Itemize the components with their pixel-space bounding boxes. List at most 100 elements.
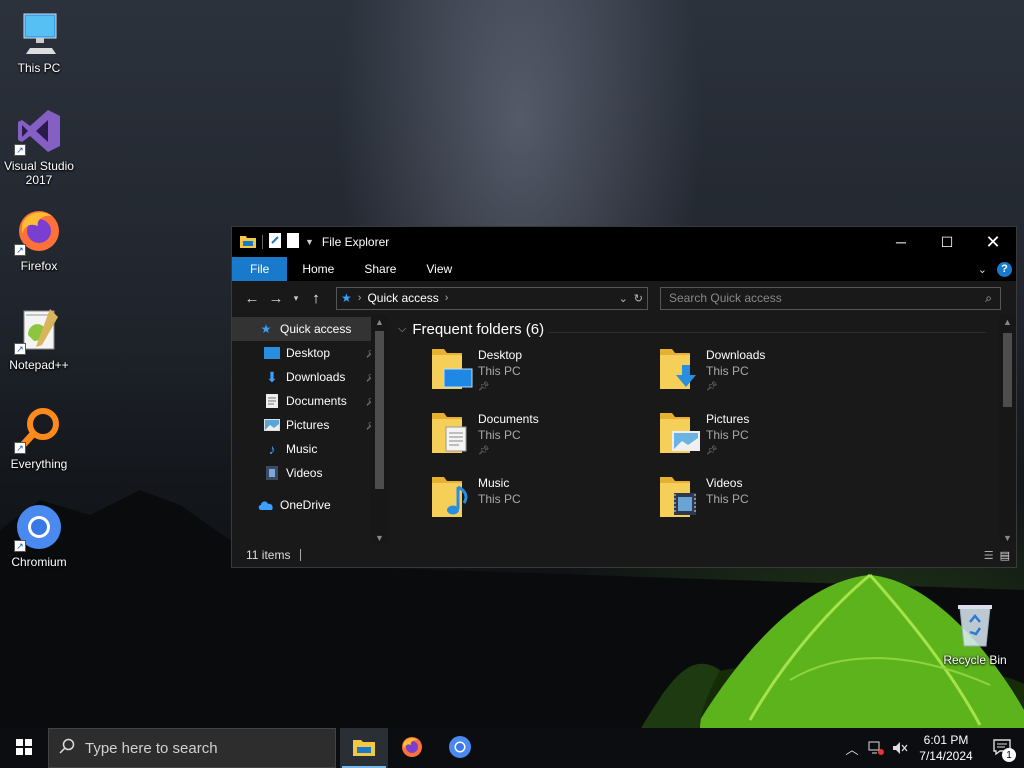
tab-view[interactable]: View	[411, 257, 467, 281]
breadcrumb-quick-access[interactable]: Quick access	[367, 291, 438, 305]
scrollbar-thumb[interactable]	[1003, 333, 1012, 407]
taskbar-search-box[interactable]	[48, 728, 336, 768]
chromium-icon	[448, 735, 472, 762]
folder-tile-documents[interactable]: Documents This PC 📌︎	[432, 411, 652, 469]
expand-ribbon-chevron-icon[interactable]: ⌄	[978, 263, 987, 276]
nav-pane-scrollbar[interactable]: ▲ ▼	[371, 315, 388, 545]
close-button[interactable]: ✕	[970, 227, 1016, 257]
music-note-icon: ♪	[268, 441, 276, 457]
desktop-icon-visual-studio[interactable]: ↗ Visual Studio 2017	[0, 106, 78, 187]
show-hidden-icons-chevron-icon[interactable]: ︿	[840, 739, 864, 758]
refresh-icon[interactable]: ↻	[634, 292, 643, 305]
address-dropdown-chevron-icon[interactable]: ⌄	[619, 292, 628, 305]
taskbar-firefox[interactable]	[388, 728, 436, 768]
action-center-button[interactable]: 1	[980, 728, 1024, 768]
scroll-down-arrow-icon[interactable]: ▼	[371, 533, 388, 543]
start-button[interactable]	[0, 728, 48, 768]
help-icon[interactable]: ?	[997, 261, 1012, 277]
desktop-icon-chromium[interactable]: ↗ Chromium	[0, 502, 78, 569]
large-icons-view-icon[interactable]: ▤	[1000, 549, 1010, 562]
taskbar-search-input[interactable]	[85, 739, 315, 757]
desktop-icon-label: Visual Studio 2017	[4, 159, 74, 187]
network-icon[interactable]	[864, 741, 888, 755]
frequent-folders-header[interactable]: ⌵ Frequent folders (6)	[398, 321, 544, 338]
back-button[interactable]: ←	[240, 286, 264, 310]
folder-tile-downloads[interactable]: Downloads This PC 📌︎	[660, 347, 880, 405]
nav-item-label: Desktop	[286, 346, 331, 360]
shortcut-arrow-icon: ↗	[14, 244, 26, 256]
windows-logo-icon	[16, 738, 32, 758]
folder-location: This PC	[706, 364, 749, 378]
pin-icon: 📌︎	[706, 381, 718, 391]
new-folder-icon[interactable]	[287, 233, 299, 251]
taskbar-chromium[interactable]	[436, 728, 484, 768]
search-box[interactable]: ⌕	[660, 286, 1001, 310]
properties-icon[interactable]	[269, 233, 281, 251]
desktop-icon-everything[interactable]: ↗ Everything	[0, 404, 78, 471]
customize-toolbar-chevron-icon[interactable]: ▼	[305, 237, 314, 247]
scroll-up-arrow-icon[interactable]: ▲	[371, 317, 388, 327]
address-bar[interactable]: ★ › Quick access › ⌄ ↻	[336, 286, 648, 310]
nav-item-music[interactable]: ♪ Music	[232, 437, 388, 461]
nav-item-downloads[interactable]: ⬇ Downloads 📌︎	[232, 365, 388, 389]
star-icon: ★	[341, 291, 352, 305]
folder-name: Videos	[706, 476, 743, 490]
maximize-button[interactable]: ☐	[924, 227, 970, 257]
folder-tile-pictures[interactable]: Pictures This PC 📌︎	[660, 411, 880, 469]
tab-file[interactable]: File	[232, 257, 288, 281]
search-icon: ⌕	[985, 290, 992, 305]
forward-button[interactable]: →	[264, 286, 288, 310]
folder-tile-desktop[interactable]: Desktop This PC 📌︎	[432, 347, 652, 405]
nav-item-pictures[interactable]: Pictures 📌︎	[232, 413, 388, 437]
documents-folder-icon	[432, 411, 474, 459]
window-title: File Explorer	[321, 235, 390, 249]
breadcrumb-separator-icon: ›	[357, 292, 362, 304]
nav-item-quick-access[interactable]: ★ Quick access	[232, 317, 388, 341]
scroll-up-arrow-icon[interactable]: ▲	[999, 317, 1016, 327]
content-pane-scrollbar[interactable]: ▲ ▼	[999, 315, 1016, 545]
tab-share[interactable]: Share	[349, 257, 411, 281]
nav-item-onedrive[interactable]: OneDrive	[232, 493, 388, 517]
nav-item-documents[interactable]: Documents 📌︎	[232, 389, 388, 413]
group-title: Frequent folders (6)	[412, 321, 545, 338]
nav-item-videos[interactable]: Videos	[232, 461, 388, 485]
folder-tile-videos[interactable]: Videos This PC	[660, 475, 880, 533]
star-icon: ★	[260, 322, 272, 336]
up-button[interactable]: ↑	[304, 286, 328, 310]
taskbar-clock[interactable]: 6:01 PM 7/14/2024	[912, 732, 980, 764]
breadcrumb-separator-icon[interactable]: ›	[445, 292, 449, 304]
nav-item-desktop[interactable]: Desktop 📌︎	[232, 341, 388, 365]
desktop-icon-this-pc[interactable]: This PC	[0, 8, 78, 75]
folder-name: Pictures	[706, 412, 750, 426]
title-bar[interactable]: ▼ File Explorer ─ ☐ ✕	[232, 227, 1016, 257]
minimize-button[interactable]: ─	[878, 227, 924, 257]
computer-icon	[14, 8, 64, 58]
details-view-icon[interactable]: ☰	[984, 549, 994, 562]
shortcut-arrow-icon: ↗	[14, 442, 26, 454]
scrollbar-thumb[interactable]	[375, 331, 384, 489]
desktop-icon-label: Recycle Bin	[943, 653, 1007, 667]
tab-home[interactable]: Home	[287, 257, 349, 281]
volume-muted-icon[interactable]	[888, 741, 912, 755]
file-explorer-icon	[353, 738, 375, 759]
taskbar-file-explorer[interactable]	[340, 728, 388, 768]
file-explorer-window[interactable]: ▼ File Explorer ─ ☐ ✕ File Home Share Vi…	[231, 226, 1017, 568]
folder-name: Desktop	[478, 348, 523, 362]
folder-location: This PC	[478, 364, 521, 378]
folder-location: This PC	[706, 428, 749, 442]
folder-tile-music[interactable]: Music This PC	[432, 475, 652, 533]
scroll-down-arrow-icon[interactable]: ▼	[999, 533, 1016, 543]
notification-count-badge: 1	[1002, 748, 1016, 762]
desktop-icon-recycle-bin[interactable]: Recycle Bin	[936, 600, 1014, 667]
minimize-icon: ─	[896, 234, 906, 250]
desktop-icon-label: Chromium	[11, 555, 67, 569]
shortcut-arrow-icon: ↗	[14, 144, 26, 156]
search-input[interactable]	[669, 291, 969, 305]
nav-item-label: Videos	[286, 466, 323, 480]
desktop-icon-firefox[interactable]: ↗ Firefox	[0, 206, 78, 273]
recent-locations-button[interactable]: ▾	[288, 286, 304, 310]
pictures-folder-icon	[660, 411, 702, 459]
desktop-icon-notepad-plus-plus[interactable]: ↗ Notepad++	[0, 305, 78, 372]
chromium-icon: ↗	[14, 502, 64, 552]
collapse-chevron-icon[interactable]: ⌵	[398, 323, 406, 336]
